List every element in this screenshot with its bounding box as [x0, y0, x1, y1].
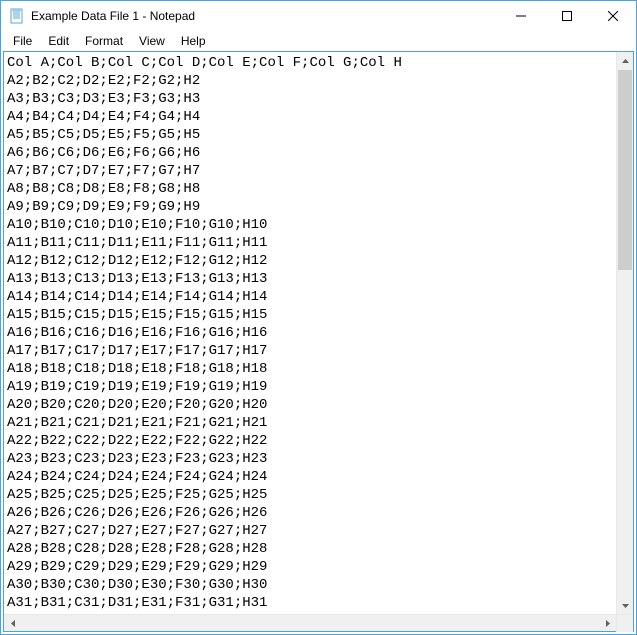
title-bar[interactable]: Example Data File 1 - Notepad [1, 1, 636, 31]
horizontal-scrollbar[interactable] [4, 614, 633, 631]
vertical-scrollbar[interactable] [616, 52, 633, 614]
editor-frame: Col A;Col B;Col C;Col D;Col E;Col F;Col … [3, 51, 634, 632]
menu-help[interactable]: Help [173, 33, 214, 49]
horizontal-scroll-track[interactable] [21, 615, 599, 631]
scroll-left-arrow-icon[interactable] [4, 615, 21, 631]
menu-view[interactable]: View [131, 33, 173, 49]
editor-row: Col A;Col B;Col C;Col D;Col E;Col F;Col … [4, 52, 633, 614]
notepad-window: Example Data File 1 - Notepad File Edit … [0, 0, 637, 635]
minimize-button[interactable] [498, 1, 544, 31]
window-controls [498, 1, 636, 31]
window-title: Example Data File 1 - Notepad [31, 9, 498, 23]
menu-edit[interactable]: Edit [40, 33, 77, 49]
notepad-icon [9, 8, 25, 24]
vertical-scroll-thumb[interactable] [618, 70, 632, 270]
maximize-button[interactable] [544, 1, 590, 31]
menu-file[interactable]: File [5, 33, 40, 49]
scrollbar-corner [616, 615, 633, 632]
scroll-up-arrow-icon[interactable] [617, 52, 633, 69]
menu-bar: File Edit Format View Help [1, 31, 636, 51]
scroll-right-arrow-icon[interactable] [599, 615, 616, 631]
scroll-down-arrow-icon[interactable] [617, 597, 633, 614]
close-button[interactable] [590, 1, 636, 31]
menu-format[interactable]: Format [77, 33, 131, 49]
text-editor[interactable]: Col A;Col B;Col C;Col D;Col E;Col F;Col … [4, 52, 616, 614]
